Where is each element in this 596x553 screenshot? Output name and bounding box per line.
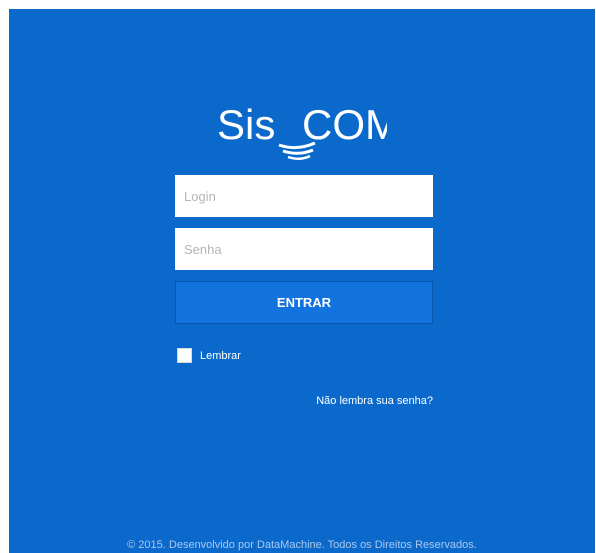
footer-copyright: © 2015. Desenvolvido por DataMachine. To…	[127, 539, 477, 551]
siscom-logo: Sis COM	[9, 95, 595, 165]
password-input[interactable]	[175, 228, 433, 270]
enter-button-label: ENTRAR	[276, 295, 332, 310]
logo-text-prefix: Sis	[217, 101, 275, 148]
logo-swoosh-3	[287, 154, 311, 160]
forgot-password-link[interactable]: Não lembra sua senha?	[316, 395, 433, 407]
remember-label: Lembrar	[200, 349, 241, 362]
siscom-logo-mark: Sis COM	[217, 101, 387, 160]
logo-swoosh-2	[282, 148, 314, 155]
logo-text-suffix: COM	[302, 101, 387, 148]
remember-toggle[interactable]: Lembrar	[177, 348, 241, 363]
enter-button[interactable]: ENTRAR	[175, 281, 433, 324]
login-panel: Sis COM ENTRAR Lembrar Não lembra sua se…	[9, 9, 595, 553]
remember-checkbox[interactable]	[177, 348, 192, 363]
login-input[interactable]	[175, 175, 433, 217]
